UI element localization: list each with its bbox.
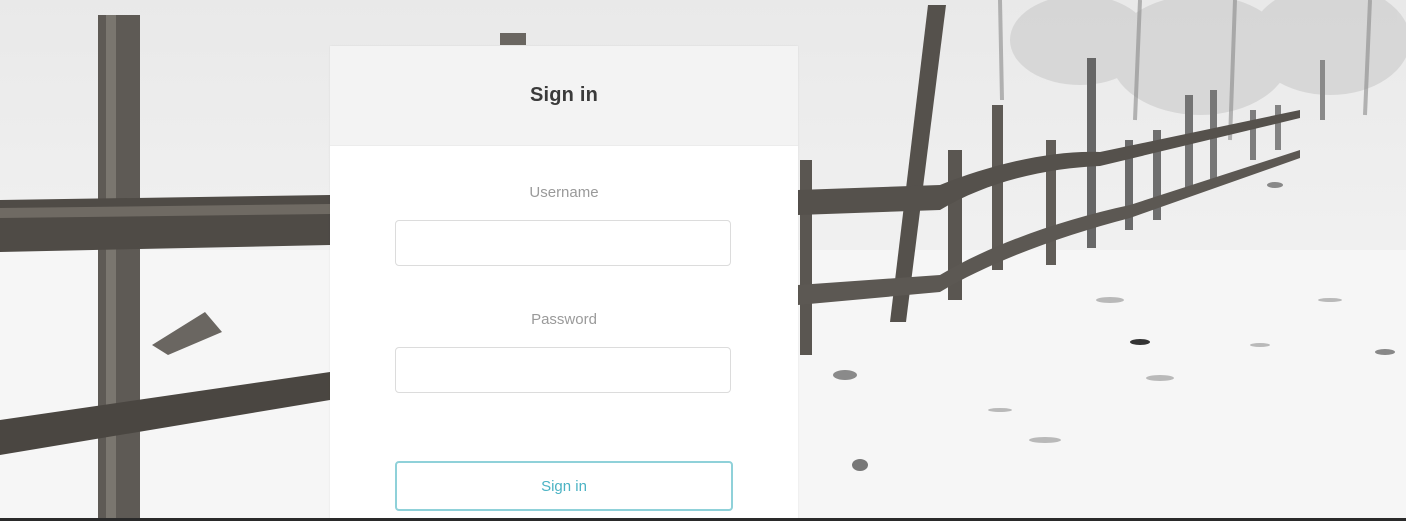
login-title: Sign in: [529, 84, 599, 106]
username-input[interactable]: [395, 220, 731, 266]
sign-in-button[interactable]: Sign in: [395, 461, 733, 511]
login-card-header: Sign in: [330, 46, 798, 146]
post-top: [500, 33, 526, 45]
misty-trees: [1010, 0, 1406, 115]
login-page: Sign in Username Password Sign in: [0, 0, 1406, 521]
username-label: Username: [529, 184, 599, 201]
password-input[interactable]: [395, 347, 731, 393]
password-label: Password: [531, 311, 597, 328]
login-card: Sign in Username Password Sign in: [330, 46, 798, 521]
